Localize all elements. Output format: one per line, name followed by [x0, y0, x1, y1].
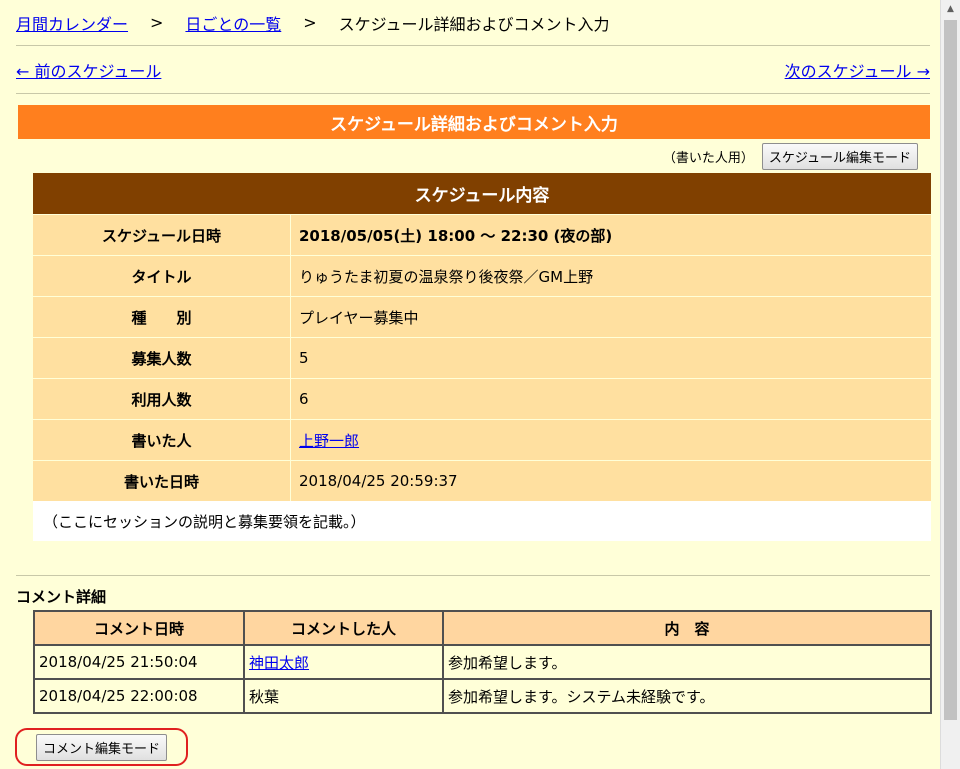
breadcrumb: 月間カレンダー > 日ごとの一覧 > スケジュール詳細およびコメント入力 — [16, 0, 930, 46]
schedule-row: スケジュール日時 2018/05/05(土) 18:00 ～ 22:30 (夜の… — [33, 214, 931, 255]
schedule-row: 募集人数 5 — [33, 337, 931, 378]
edit-note: （書いた人用） — [662, 150, 754, 166]
table-row: 2018/04/25 22:00:08 秋葉 参加希望します。システム未経験です… — [33, 678, 932, 714]
schedule-key: 募集人数 — [33, 338, 291, 378]
schedule-details: スケジュール内容 スケジュール日時 2018/05/05(土) 18:00 ～ … — [33, 173, 931, 541]
schedule-key: 書いた人 — [33, 420, 291, 460]
comment-date: 2018/04/25 22:00:08 — [33, 678, 245, 714]
schedule-edit-mode-button[interactable]: スケジュール編集モード — [761, 142, 918, 170]
schedule-row: 書いた日時 2018/04/25 20:59:37 — [33, 460, 931, 501]
schedule-navigation: ← 前のスケジュール 次のスケジュール → — [16, 46, 930, 94]
column-header-date: コメント日時 — [33, 610, 245, 646]
schedule-row: 利用人数 6 — [33, 378, 931, 419]
comment-person: 神田太郎 — [243, 644, 444, 680]
breadcrumb-calendar-link[interactable]: 月間カレンダー — [16, 11, 128, 35]
comment-person: 秋葉 — [243, 678, 444, 714]
schedule-value: 2018/05/05(土) 18:00 ～ 22:30 (夜の部) — [299, 226, 613, 245]
highlight-outline: コメント編集モード — [15, 728, 188, 766]
comment-section-title: コメント詳細 — [16, 588, 107, 606]
schedule-key: タイトル — [33, 256, 291, 296]
breadcrumb-separator: > — [303, 13, 317, 32]
schedule-value: プレイヤー募集中 — [299, 308, 419, 327]
author-link[interactable]: 上野一郎 — [299, 430, 359, 451]
page: 月間カレンダー > 日ごとの一覧 > スケジュール詳細およびコメント入力 ← 前… — [0, 0, 940, 769]
schedule-value: 5 — [299, 349, 309, 367]
comment-date: 2018/04/25 21:50:04 — [33, 644, 245, 680]
schedule-edit-row: （書いた人用） スケジュール編集モード — [16, 139, 930, 173]
schedule-key: 種 別 — [33, 297, 291, 337]
breadcrumb-current: スケジュール詳細およびコメント入力 — [338, 14, 610, 34]
vertical-scrollbar[interactable]: ▲ — [940, 0, 960, 769]
schedule-value: 上野一郎 — [291, 420, 931, 460]
schedule-value: 2018/04/25 20:59:37 — [299, 472, 458, 490]
commenter-link[interactable]: 神田太郎 — [249, 654, 309, 672]
next-schedule-link[interactable]: 次のスケジュール → — [785, 58, 930, 82]
table-row: 2018/04/25 21:50:04 神田太郎 参加希望します。 — [33, 644, 932, 680]
schedule-description: （ここにセッションの説明と募集要領を記載。） — [33, 501, 931, 541]
schedule-row: 書いた人 上野一郎 — [33, 419, 931, 460]
schedule-key: 書いた日時 — [33, 461, 291, 501]
scrollbar-thumb[interactable] — [944, 20, 957, 720]
schedule-value: 6 — [299, 390, 309, 408]
schedule-key: 利用人数 — [33, 379, 291, 419]
schedule-key: スケジュール日時 — [33, 215, 291, 255]
comment-content: 参加希望します。 — [442, 644, 932, 680]
schedule-row: 種 別 プレイヤー募集中 — [33, 296, 931, 337]
section-title: スケジュール詳細およびコメント入力 — [18, 105, 930, 139]
comment-table: コメント日時 コメントした人 内 容 2018/04/25 21:50:04 神… — [33, 610, 932, 714]
schedule-value: りゅうたま初夏の温泉祭り後夜祭／GM上野 — [299, 267, 594, 286]
scroll-up-arrow-icon[interactable]: ▲ — [941, 0, 960, 17]
schedule-row: タイトル りゅうたま初夏の温泉祭り後夜祭／GM上野 — [33, 255, 931, 296]
column-header-content: 内 容 — [442, 610, 932, 646]
divider — [16, 575, 930, 576]
schedule-header: スケジュール内容 — [33, 173, 931, 214]
breadcrumb-separator: > — [150, 13, 164, 32]
prev-schedule-link[interactable]: ← 前のスケジュール — [16, 58, 161, 82]
column-header-person: コメントした人 — [243, 610, 444, 646]
comment-header-row: コメント日時 コメントした人 内 容 — [33, 610, 932, 646]
breadcrumb-daily-link[interactable]: 日ごとの一覧 — [185, 11, 281, 35]
comment-edit-mode-button[interactable]: コメント編集モード — [35, 733, 167, 761]
comment-content: 参加希望します。システム未経験です。 — [442, 678, 932, 714]
